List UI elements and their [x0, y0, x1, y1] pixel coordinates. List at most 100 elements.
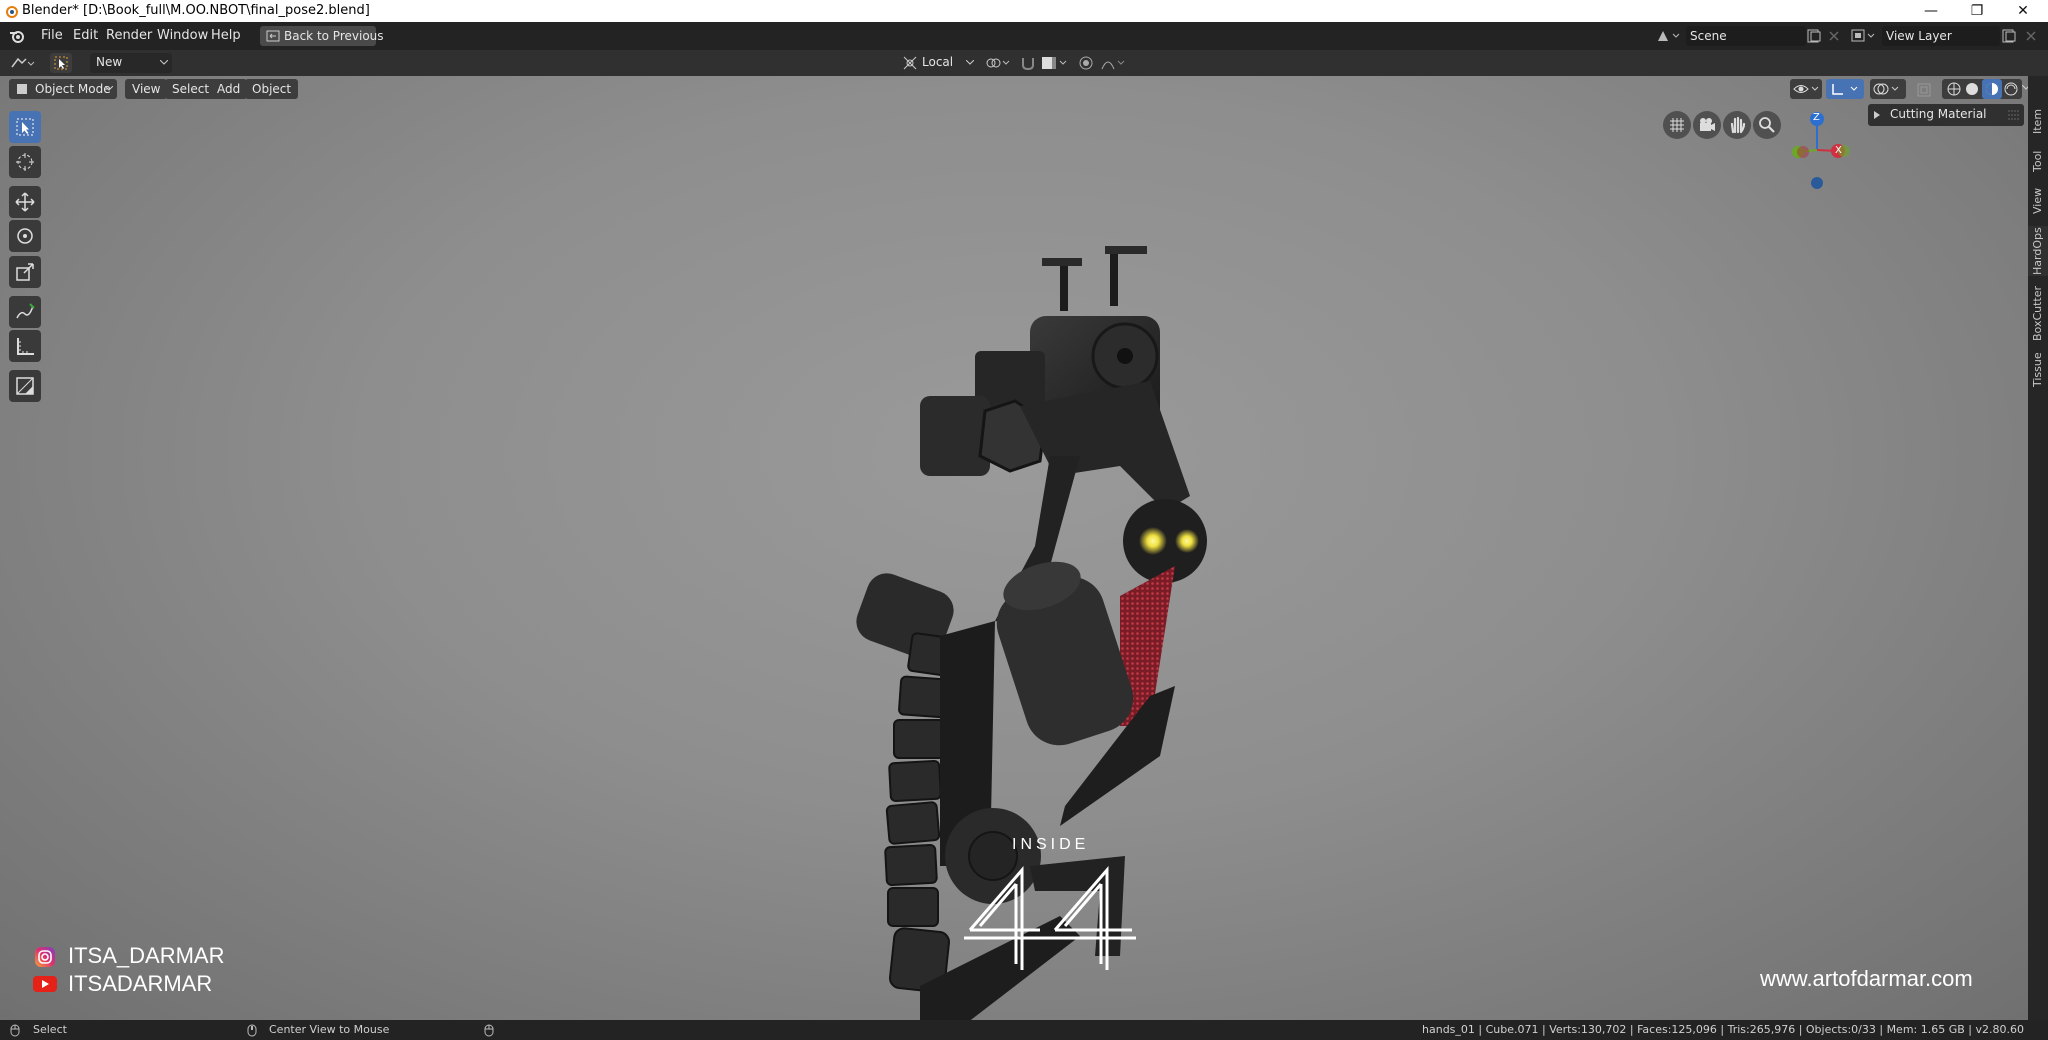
close-button[interactable]: ✕ — [2000, 0, 2046, 22]
active-tool-button[interactable] — [50, 53, 72, 73]
measure-tool[interactable] — [9, 330, 41, 362]
menu-file[interactable]: File — [34, 27, 70, 45]
move-icon — [15, 192, 35, 212]
tab-tissue[interactable]: Tissue — [2028, 350, 2048, 390]
tab-hardops[interactable]: HardOps — [2028, 226, 2048, 276]
view-layer-name: View Layer — [1886, 29, 1952, 43]
mouse-left-icon — [10, 1024, 20, 1037]
rotate-icon — [17, 228, 33, 244]
annotate-tool[interactable] — [9, 296, 41, 328]
axis-neg-z-icon[interactable] — [1811, 177, 1823, 189]
tab-view[interactable]: View — [2028, 186, 2048, 216]
gizmo-toggle[interactable] — [1826, 79, 1864, 99]
new-dropdown-label: New — [96, 55, 123, 69]
scale-icon — [16, 263, 34, 281]
measure-icon — [17, 338, 34, 355]
inside-logo-text: INSIDE — [1012, 836, 1090, 853]
snap-element-icon[interactable] — [1040, 55, 1072, 71]
new-dropdown[interactable]: New — [90, 53, 172, 73]
gizmo-icon — [1832, 84, 1858, 95]
object-mode-icon — [17, 84, 27, 94]
tab-item[interactable]: Item — [2028, 106, 2048, 136]
cursor-icon — [16, 153, 34, 171]
hand-icon — [1730, 116, 1746, 134]
mouse-middle-icon — [247, 1024, 257, 1037]
shading-mode-group — [1942, 79, 2022, 99]
xray-toggle-icon[interactable] — [1916, 82, 1932, 98]
eye-icon — [1793, 85, 1819, 93]
3d-viewport[interactable]: INSIDE — [0, 76, 2028, 1020]
menu-view[interactable]: View — [125, 79, 168, 99]
editor-type-icon[interactable] — [10, 55, 36, 71]
proportional-editing-icon[interactable] — [1078, 55, 1094, 71]
orientation-label: Local — [922, 55, 954, 69]
status-bar: Select Center View to Mouse hands_01 | C… — [0, 1020, 2048, 1040]
cutting-material-label: Cutting Material — [1890, 107, 1987, 121]
inside-44-logo — [964, 865, 1136, 970]
axis-x-label: X — [1835, 145, 1842, 156]
camera-view-button[interactable] — [1693, 111, 1721, 139]
overlays-icon — [1873, 83, 1899, 95]
wireframe-shading-icon[interactable] — [1947, 82, 1961, 96]
object-mode-label: Object Mode — [35, 82, 111, 96]
blender-logo-icon — [6, 6, 18, 18]
drag-handle-icon[interactable] — [2008, 110, 2020, 120]
pivot-point-icon[interactable] — [985, 55, 1013, 71]
select-box-tool[interactable] — [9, 111, 41, 143]
orientation-dropdown[interactable]: Local — [920, 53, 978, 73]
annotate-icon — [16, 303, 35, 319]
menu-help[interactable]: Help — [204, 27, 248, 45]
add-cube-tool[interactable] — [9, 370, 41, 402]
scene-name: Scene — [1690, 29, 1727, 43]
chevron-down-icon — [105, 86, 113, 91]
snap-toggle-icon[interactable] — [1020, 55, 1036, 71]
tab-tool[interactable]: Tool — [2028, 146, 2048, 176]
view-layer-field[interactable]: View Layer — [1882, 26, 2000, 46]
cursor-tool[interactable] — [9, 146, 41, 178]
status-center-view: Center View to Mouse — [269, 1023, 390, 1036]
falloff-icon[interactable] — [1100, 55, 1130, 71]
menu-object[interactable]: Object — [245, 79, 299, 99]
blender-menu-icon[interactable] — [9, 28, 25, 44]
select-box-icon — [16, 118, 34, 136]
cutting-material-panel[interactable]: Cutting Material — [1868, 104, 2024, 126]
rotate-tool[interactable] — [9, 220, 41, 252]
solid-shading-icon[interactable] — [1965, 82, 1979, 96]
pan-view-button[interactable] — [1723, 111, 1751, 139]
top-menu-bar: File Edit Render Window Help Back to Pre… — [0, 22, 2048, 50]
delete-scene-icon[interactable] — [1825, 27, 1843, 45]
youtube-icon — [33, 976, 57, 992]
axis-gizmo[interactable] — [1780, 110, 1860, 190]
magnifier-icon — [1759, 117, 1775, 133]
toggle-ortho-button[interactable] — [1663, 111, 1691, 139]
menu-select[interactable]: Select — [165, 79, 217, 99]
back-to-previous-button[interactable]: Back to Previous — [260, 26, 384, 46]
website-watermark: www.artofdarmar.com — [1760, 966, 1973, 991]
chevron-down-icon — [966, 60, 974, 65]
instagram-icon — [35, 947, 55, 967]
orientation-icon — [903, 56, 917, 70]
minimize-button[interactable]: — — [1908, 0, 1954, 22]
instagram-handle: ITSA_DARMAR — [68, 943, 225, 968]
new-scene-icon[interactable] — [1805, 27, 1823, 45]
delete-view-layer-icon[interactable] — [2022, 27, 2040, 45]
youtube-handle: ITSADARMAR — [68, 971, 213, 996]
restore-button[interactable]: ❐ — [1954, 0, 2000, 22]
tab-boxcutter[interactable]: BoxCutter — [2028, 284, 2048, 342]
menu-add[interactable]: Add — [210, 79, 248, 99]
material-preview-button[interactable] — [1982, 79, 2002, 99]
overlays-toggle[interactable] — [1870, 79, 1906, 99]
move-tool[interactable] — [9, 186, 41, 218]
new-view-layer-icon[interactable] — [2000, 27, 2018, 45]
grid-icon — [1670, 118, 1684, 132]
view-layer-browse-icon[interactable] — [1850, 27, 1878, 45]
material-shading-icon — [1986, 83, 1998, 95]
scene-field[interactable]: Scene — [1686, 26, 1806, 46]
scale-tool[interactable] — [9, 256, 41, 288]
scene-browse-icon[interactable] — [1655, 27, 1683, 45]
rendered-shading-icon[interactable] — [2004, 82, 2018, 96]
visibility-dropdown[interactable] — [1790, 79, 1822, 99]
object-mode-dropdown[interactable]: Object Mode — [9, 79, 117, 99]
zoom-view-button[interactable] — [1753, 111, 1781, 139]
camera-icon — [1700, 118, 1715, 131]
